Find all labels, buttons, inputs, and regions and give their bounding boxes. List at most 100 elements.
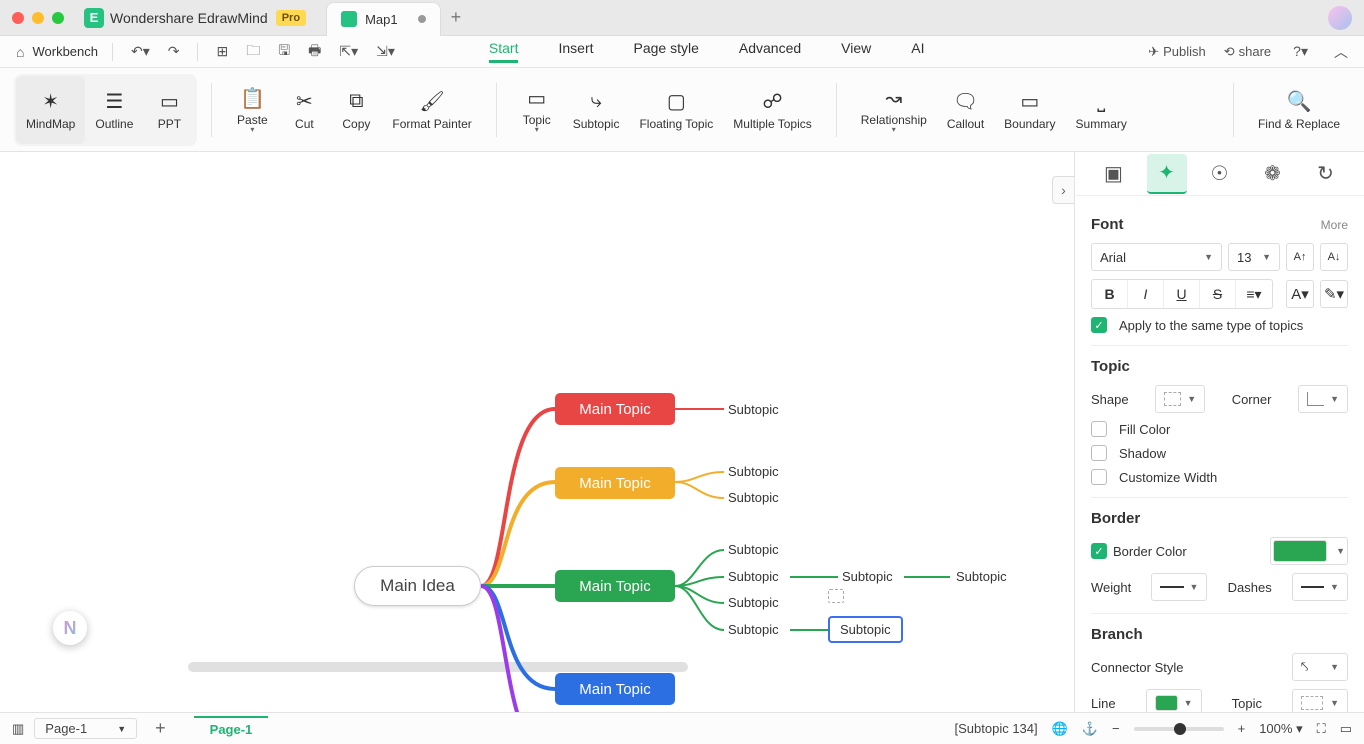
canvas[interactable]: › Main Idea Main Topic Main Topic Main T… xyxy=(0,152,1074,712)
text-color-button[interactable]: A▾ xyxy=(1286,280,1314,308)
redo-button[interactable]: ↷ xyxy=(164,41,184,62)
document-tab[interactable]: Map1 xyxy=(326,2,441,36)
share-button[interactable]: ⟲share xyxy=(1224,44,1271,60)
collapse-toggle-icon[interactable] xyxy=(828,589,844,603)
subtopic[interactable]: Subtopic xyxy=(728,542,779,557)
floating-topic-button[interactable]: ▢Floating Topic xyxy=(629,76,723,144)
pages-panel-icon[interactable]: ▥ xyxy=(12,721,24,737)
fullscreen-icon[interactable]: ▭ xyxy=(1340,721,1352,737)
border-weight-select[interactable]: ▼ xyxy=(1151,573,1207,601)
boundary-button[interactable]: ▭Boundary xyxy=(994,76,1065,144)
branch-topic-select[interactable]: ▼ xyxy=(1292,689,1348,712)
new-tab-button[interactable]: + xyxy=(451,7,462,28)
highlight-color-button[interactable]: ✎▾ xyxy=(1320,280,1348,308)
mode-outline-button[interactable]: ☰Outline xyxy=(85,76,143,144)
cut-button[interactable]: ✂Cut xyxy=(278,76,330,144)
collapse-panel-button[interactable]: › xyxy=(1052,176,1074,204)
publish-button[interactable]: ✈Publish xyxy=(1148,44,1206,60)
main-topic-1[interactable]: Main Topic xyxy=(555,393,675,425)
workbench-button[interactable]: ⌂ Workbench xyxy=(12,42,98,62)
apply-same-type-checkbox[interactable]: ✓ xyxy=(1091,317,1107,333)
multiple-topics-button[interactable]: ☍Multiple Topics xyxy=(723,76,821,144)
subtopic[interactable]: Subtopic xyxy=(728,402,779,417)
subtopic-button[interactable]: ⤷Subtopic xyxy=(563,76,630,144)
main-topic-3[interactable]: Main Topic xyxy=(555,570,675,602)
subtopic[interactable]: Subtopic xyxy=(956,569,1007,584)
italic-button[interactable]: I xyxy=(1128,280,1164,308)
menu-page-style[interactable]: Page style xyxy=(634,40,699,63)
tab-icon[interactable]: ☉ xyxy=(1200,154,1240,194)
font-size-decrease-button[interactable]: A↓ xyxy=(1320,243,1348,271)
shape-select[interactable]: ▼ xyxy=(1155,385,1205,413)
maximize-window-icon[interactable] xyxy=(52,12,64,24)
export-icon[interactable]: ⇱▾ xyxy=(335,41,362,62)
open-file-icon[interactable]: 🗀 xyxy=(242,38,264,66)
collapse-ribbon-button[interactable]: ︿ xyxy=(1330,40,1352,64)
border-dashes-select[interactable]: ▼ xyxy=(1292,573,1348,601)
align-button[interactable]: ≡▾ xyxy=(1236,280,1272,308)
topic-button[interactable]: ▭Topic▾ xyxy=(511,76,563,144)
font-size-select[interactable]: 13▼ xyxy=(1228,243,1280,271)
subtopic[interactable]: Subtopic xyxy=(842,569,893,584)
tab-style[interactable]: ✦ xyxy=(1147,154,1187,194)
central-topic[interactable]: Main Idea xyxy=(354,566,481,606)
horizontal-scrollbar[interactable] xyxy=(188,662,688,672)
minimize-window-icon[interactable] xyxy=(32,12,44,24)
tab-history[interactable]: ↻ xyxy=(1306,154,1346,194)
close-window-icon[interactable] xyxy=(12,12,24,24)
fit-screen-icon[interactable]: ⛶ xyxy=(1317,721,1326,737)
page-select[interactable]: Page-1▼ xyxy=(34,718,137,739)
tab-layout[interactable]: ▣ xyxy=(1094,154,1134,194)
new-file-icon[interactable]: ⊞ xyxy=(212,41,232,62)
globe-icon[interactable]: 🌐 xyxy=(1052,721,1068,737)
save-file-icon[interactable]: 🖫 xyxy=(274,38,294,66)
undo-button[interactable]: ↶▾ xyxy=(127,41,154,62)
subtopic[interactable]: Subtopic xyxy=(728,595,779,610)
border-color-select[interactable]: ▼ xyxy=(1270,537,1348,565)
font-more-link[interactable]: More xyxy=(1321,218,1348,232)
zoom-slider[interactable] xyxy=(1134,727,1224,731)
subtopic[interactable]: Subtopic xyxy=(728,490,779,505)
summary-button[interactable]: ⎵Summary xyxy=(1066,76,1137,144)
relationship-button[interactable]: ↝Relationship▾ xyxy=(851,76,937,144)
paste-button[interactable]: 📋Paste▾ xyxy=(226,76,278,144)
zoom-value[interactable]: 100% ▾ xyxy=(1259,721,1302,737)
main-topic-4[interactable]: Main Topic xyxy=(555,673,675,705)
callout-button[interactable]: 🗨Callout xyxy=(937,76,994,144)
tab-clipart[interactable]: ❁ xyxy=(1253,154,1293,194)
font-family-select[interactable]: Arial▼ xyxy=(1091,243,1222,271)
border-color-checkbox[interactable]: ✓ xyxy=(1091,543,1107,559)
subtopic[interactable]: Subtopic xyxy=(728,464,779,479)
subtopic[interactable]: Subtopic xyxy=(728,622,779,637)
mode-ppt-button[interactable]: ▭PPT xyxy=(143,76,195,144)
import-icon[interactable]: ⇲▾ xyxy=(372,41,399,62)
subtopic[interactable]: Subtopic xyxy=(728,569,779,584)
zoom-out-button[interactable]: − xyxy=(1112,721,1120,736)
menu-view[interactable]: View xyxy=(841,40,871,63)
menu-start[interactable]: Start xyxy=(489,40,519,63)
underline-button[interactable]: U xyxy=(1164,280,1200,308)
fill-color-checkbox[interactable] xyxy=(1091,421,1107,437)
customize-width-checkbox[interactable] xyxy=(1091,469,1107,485)
help-button[interactable]: ?▾ xyxy=(1289,41,1312,62)
connector-style-select[interactable]: ⤣▼ xyxy=(1292,653,1348,681)
page-tab[interactable]: Page-1 xyxy=(194,716,269,741)
menu-advanced[interactable]: Advanced xyxy=(739,40,801,63)
branch-line-select[interactable]: ▼ xyxy=(1146,689,1202,712)
format-painter-button[interactable]: 🖌Format Painter xyxy=(382,76,481,144)
add-page-button[interactable]: + xyxy=(155,718,166,739)
shadow-checkbox[interactable] xyxy=(1091,445,1107,461)
anchor-icon[interactable]: ⚓ xyxy=(1082,721,1098,737)
zoom-in-button[interactable]: + xyxy=(1238,721,1246,736)
copy-button[interactable]: ⧉Copy xyxy=(330,76,382,144)
subtopic-selected[interactable]: Subtopic xyxy=(828,616,903,643)
menu-insert[interactable]: Insert xyxy=(558,40,593,63)
strikethrough-button[interactable]: S xyxy=(1200,280,1236,308)
main-topic-2[interactable]: Main Topic xyxy=(555,467,675,499)
bold-button[interactable]: B xyxy=(1092,280,1128,308)
print-icon[interactable]: 🖶 xyxy=(304,38,325,66)
menu-ai[interactable]: AI xyxy=(911,40,924,63)
font-size-increase-button[interactable]: A↑ xyxy=(1286,243,1314,271)
corner-select[interactable]: ▼ xyxy=(1298,385,1348,413)
ai-fab-button[interactable]: N xyxy=(52,610,88,646)
